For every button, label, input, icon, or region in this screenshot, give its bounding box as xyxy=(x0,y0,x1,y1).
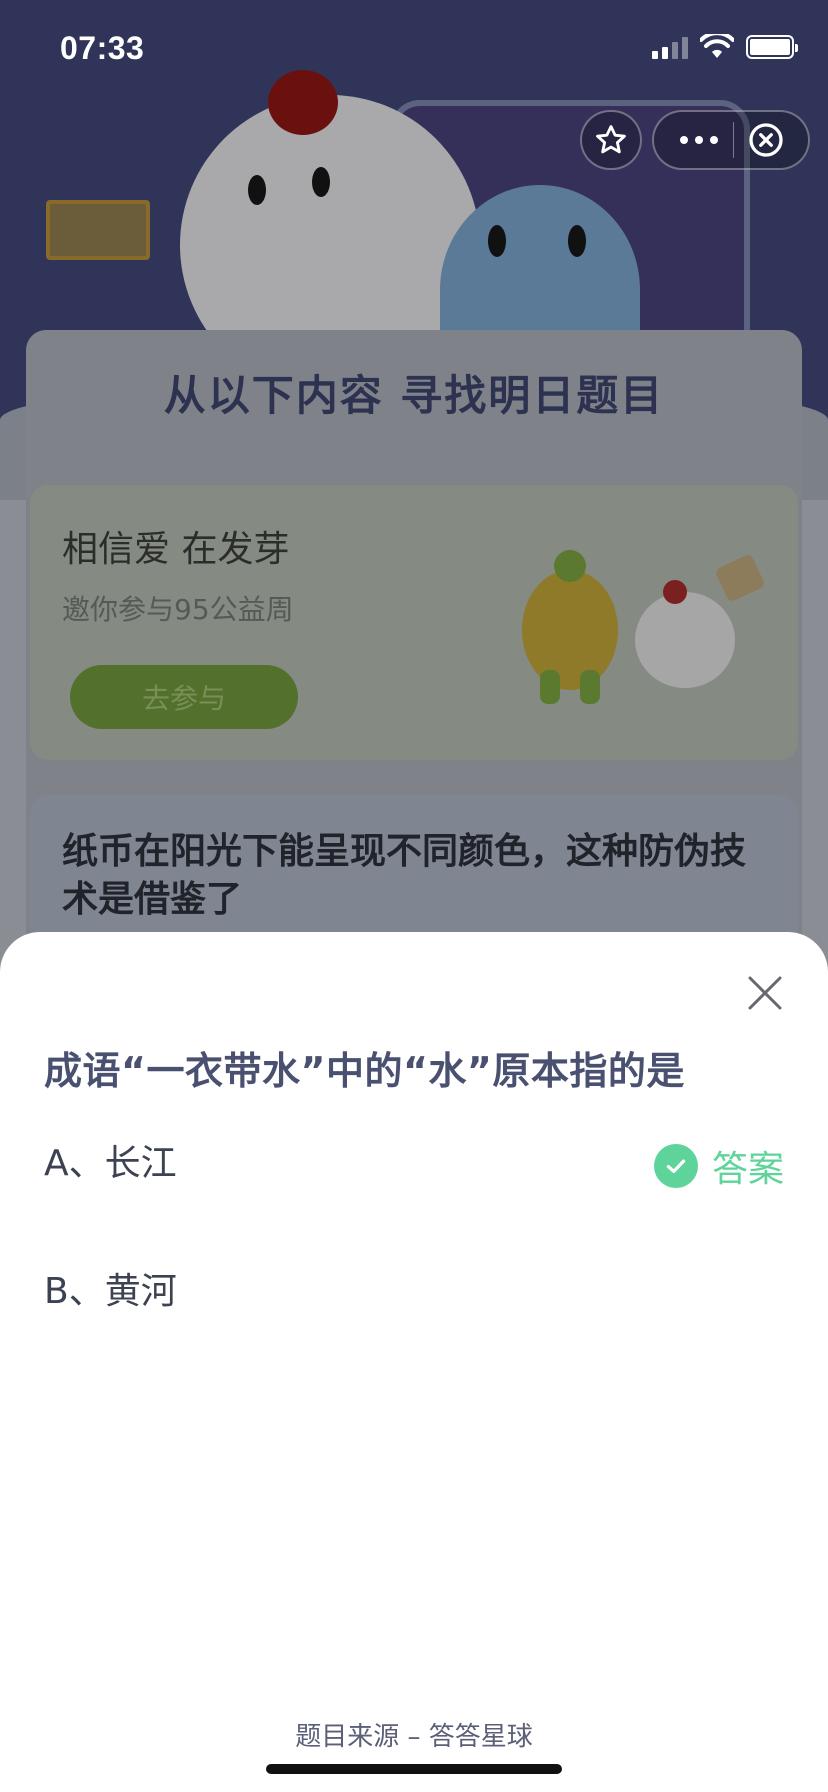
close-x-icon[interactable] xyxy=(740,968,790,1018)
status-bar: 07:33 xyxy=(0,0,828,100)
status-icons xyxy=(652,34,798,60)
join-button[interactable]: 去参与 xyxy=(70,665,298,729)
option-b[interactable]: B、黄河 xyxy=(44,1248,784,1328)
battery-icon xyxy=(746,35,798,59)
option-a-label: A、长江 xyxy=(44,1143,177,1184)
wifi-icon xyxy=(700,34,734,58)
promo-title: 相信爱 在发芽 xyxy=(62,529,290,570)
answer-sheet: 成语“一衣带水”中的“水”原本指的是 xyxy=(0,932,828,1792)
star-outline-icon xyxy=(596,125,626,154)
check-circle-icon xyxy=(653,1144,698,1188)
more-dots-icon[interactable] xyxy=(679,135,719,145)
cellular-signal-icon xyxy=(652,35,688,59)
favorite-button[interactable] xyxy=(580,110,642,170)
section-title: 从以下内容 寻找明日题目 xyxy=(163,371,665,420)
capsule-divider xyxy=(732,122,734,158)
sheet-question: 成语“一衣带水”中的“水”原本指的是 xyxy=(44,1049,685,1093)
capsule-menu-group xyxy=(652,110,810,170)
answer-label: 答案 xyxy=(711,1149,784,1190)
question-source: 题目来源 – 答答星球 xyxy=(295,1722,533,1752)
answer-badge: 答案 xyxy=(653,1140,784,1192)
home-indicator[interactable] xyxy=(266,1764,562,1774)
status-time: 07:33 xyxy=(60,30,145,66)
option-b-label: B、黄河 xyxy=(44,1271,177,1312)
close-circle-icon[interactable] xyxy=(748,122,784,158)
question-preview-text: 纸币在阳光下能呈现不同颜色，这种防伪技术是借鉴了 xyxy=(62,831,747,920)
promo-subtitle: 邀你参与95公益周 xyxy=(62,593,294,626)
promo-mascots-illustration xyxy=(522,550,764,704)
mini-program-capsule xyxy=(580,110,810,170)
medal-board-illustration xyxy=(46,200,150,260)
